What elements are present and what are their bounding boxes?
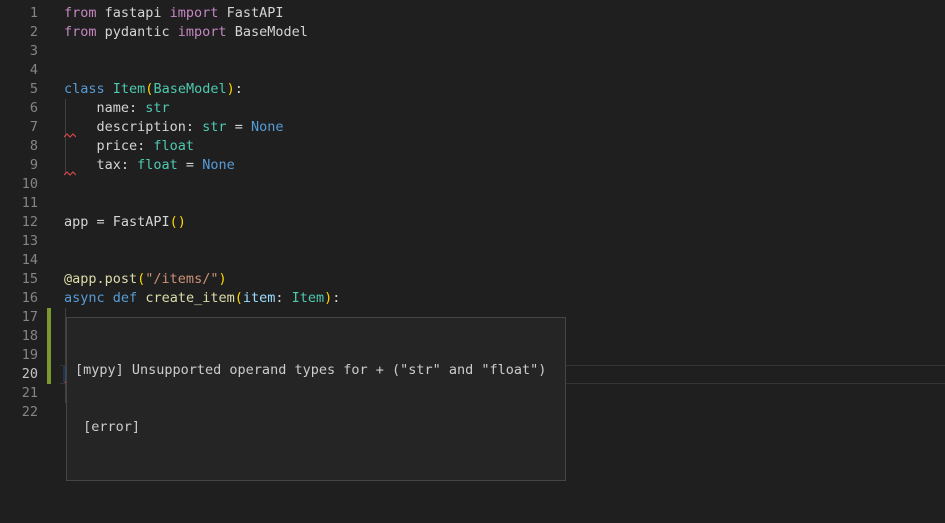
code-line[interactable]: 14 (0, 251, 945, 270)
gutter[interactable]: 18 (0, 327, 60, 346)
code-line[interactable]: 3 (0, 42, 945, 61)
code-text: @app.post("/items/") (64, 270, 227, 289)
code-line[interactable]: 15 @app.post("/items/") (0, 270, 945, 289)
code-line[interactable]: 4 (0, 61, 945, 80)
gutter-modified-indicator (47, 327, 51, 346)
gutter[interactable]: 14 (0, 251, 60, 270)
line-number[interactable]: 2 (0, 23, 38, 42)
line-number[interactable]: 9 (0, 156, 38, 175)
line-number[interactable]: 21 (0, 384, 38, 403)
gutter[interactable]: 4 (0, 61, 60, 80)
code-text: from pydantic import BaseModel (64, 23, 308, 42)
gutter-modified-indicator (47, 308, 51, 327)
line-number[interactable]: 1 (0, 4, 38, 23)
line-number[interactable]: 10 (0, 175, 38, 194)
gutter[interactable]: 6 (0, 99, 60, 118)
line-number[interactable]: 22 (0, 403, 38, 422)
code-line[interactable]: 1 from fastapi import FastAPI (0, 4, 945, 23)
gutter[interactable]: 17 (0, 308, 60, 327)
code-text: from fastapi import FastAPI (64, 4, 283, 23)
gutter[interactable]: 15 (0, 270, 60, 289)
line-number[interactable]: 11 (0, 194, 38, 213)
gutter[interactable]: 20 (0, 365, 60, 384)
gutter[interactable]: 5 (0, 80, 60, 99)
gutter-modified-indicator (47, 346, 51, 365)
gutter-modified-indicator (47, 365, 51, 384)
line-number[interactable]: 15 (0, 270, 38, 289)
error-hover-tooltip: [mypy] Unsupported operand types for + (… (66, 317, 566, 481)
line-number[interactable]: 4 (0, 61, 38, 80)
line-number[interactable]: 14 (0, 251, 38, 270)
line-number[interactable]: 6 (0, 99, 38, 118)
code-text: app = FastAPI() (64, 213, 186, 232)
code-line[interactable]: 7 description: str = None (0, 118, 945, 137)
line-number[interactable]: 12 (0, 213, 38, 232)
gutter[interactable]: 13 (0, 232, 60, 251)
tooltip-message: [mypy] Unsupported operand types for + (… (75, 361, 557, 380)
gutter[interactable]: 11 (0, 194, 60, 213)
gutter[interactable]: 19 (0, 346, 60, 365)
line-number[interactable]: 18 (0, 327, 38, 346)
code-text: async def create_item(item: Item): (64, 289, 340, 308)
gutter[interactable]: 8 (0, 137, 60, 156)
gutter[interactable]: 2 (0, 23, 60, 42)
code-line[interactable]: 10 (0, 175, 945, 194)
code-editor[interactable]: 1 from fastapi import FastAPI 2 from pydant… (0, 0, 945, 523)
gutter[interactable]: 9 (0, 156, 60, 175)
code-text: tax: float = None (64, 156, 235, 175)
code-line[interactable]: 8 price: float (0, 137, 945, 156)
code-line[interactable]: 5 class Item(BaseModel): (0, 80, 945, 99)
line-number[interactable]: 3 (0, 42, 38, 61)
gutter[interactable]: 16 (0, 289, 60, 308)
gutter[interactable]: 3 (0, 42, 60, 61)
line-number[interactable]: 20 (0, 365, 38, 384)
code-text: name: str (64, 99, 170, 118)
gutter[interactable]: 10 (0, 175, 60, 194)
code-text: description: str = None (64, 118, 283, 137)
line-number[interactable]: 7 (0, 118, 38, 137)
code-line[interactable]: 2 from pydantic import BaseModel (0, 23, 945, 42)
gutter[interactable]: 22 (0, 403, 60, 422)
code-line[interactable]: 11 (0, 194, 945, 213)
gutter[interactable]: 12 (0, 213, 60, 232)
line-number[interactable]: 5 (0, 80, 38, 99)
line-number[interactable]: 8 (0, 137, 38, 156)
gutter[interactable]: 1 (0, 4, 60, 23)
code-text: price: float (64, 137, 194, 156)
line-number[interactable]: 13 (0, 232, 38, 251)
code-line[interactable]: 13 (0, 232, 945, 251)
line-number[interactable]: 17 (0, 308, 38, 327)
code-text: class Item(BaseModel): (64, 80, 243, 99)
code-line[interactable]: 9 tax: float = None (0, 156, 945, 175)
code-line[interactable]: 6 name: str (0, 99, 945, 118)
gutter[interactable]: 21 (0, 384, 60, 403)
line-number[interactable]: 16 (0, 289, 38, 308)
code-line[interactable]: 12 app = FastAPI() (0, 213, 945, 232)
gutter[interactable]: 7 (0, 118, 60, 137)
line-number[interactable]: 19 (0, 346, 38, 365)
tooltip-severity: [error] (75, 418, 557, 437)
code-line[interactable]: 16 async def create_item(item: Item): (0, 289, 945, 308)
